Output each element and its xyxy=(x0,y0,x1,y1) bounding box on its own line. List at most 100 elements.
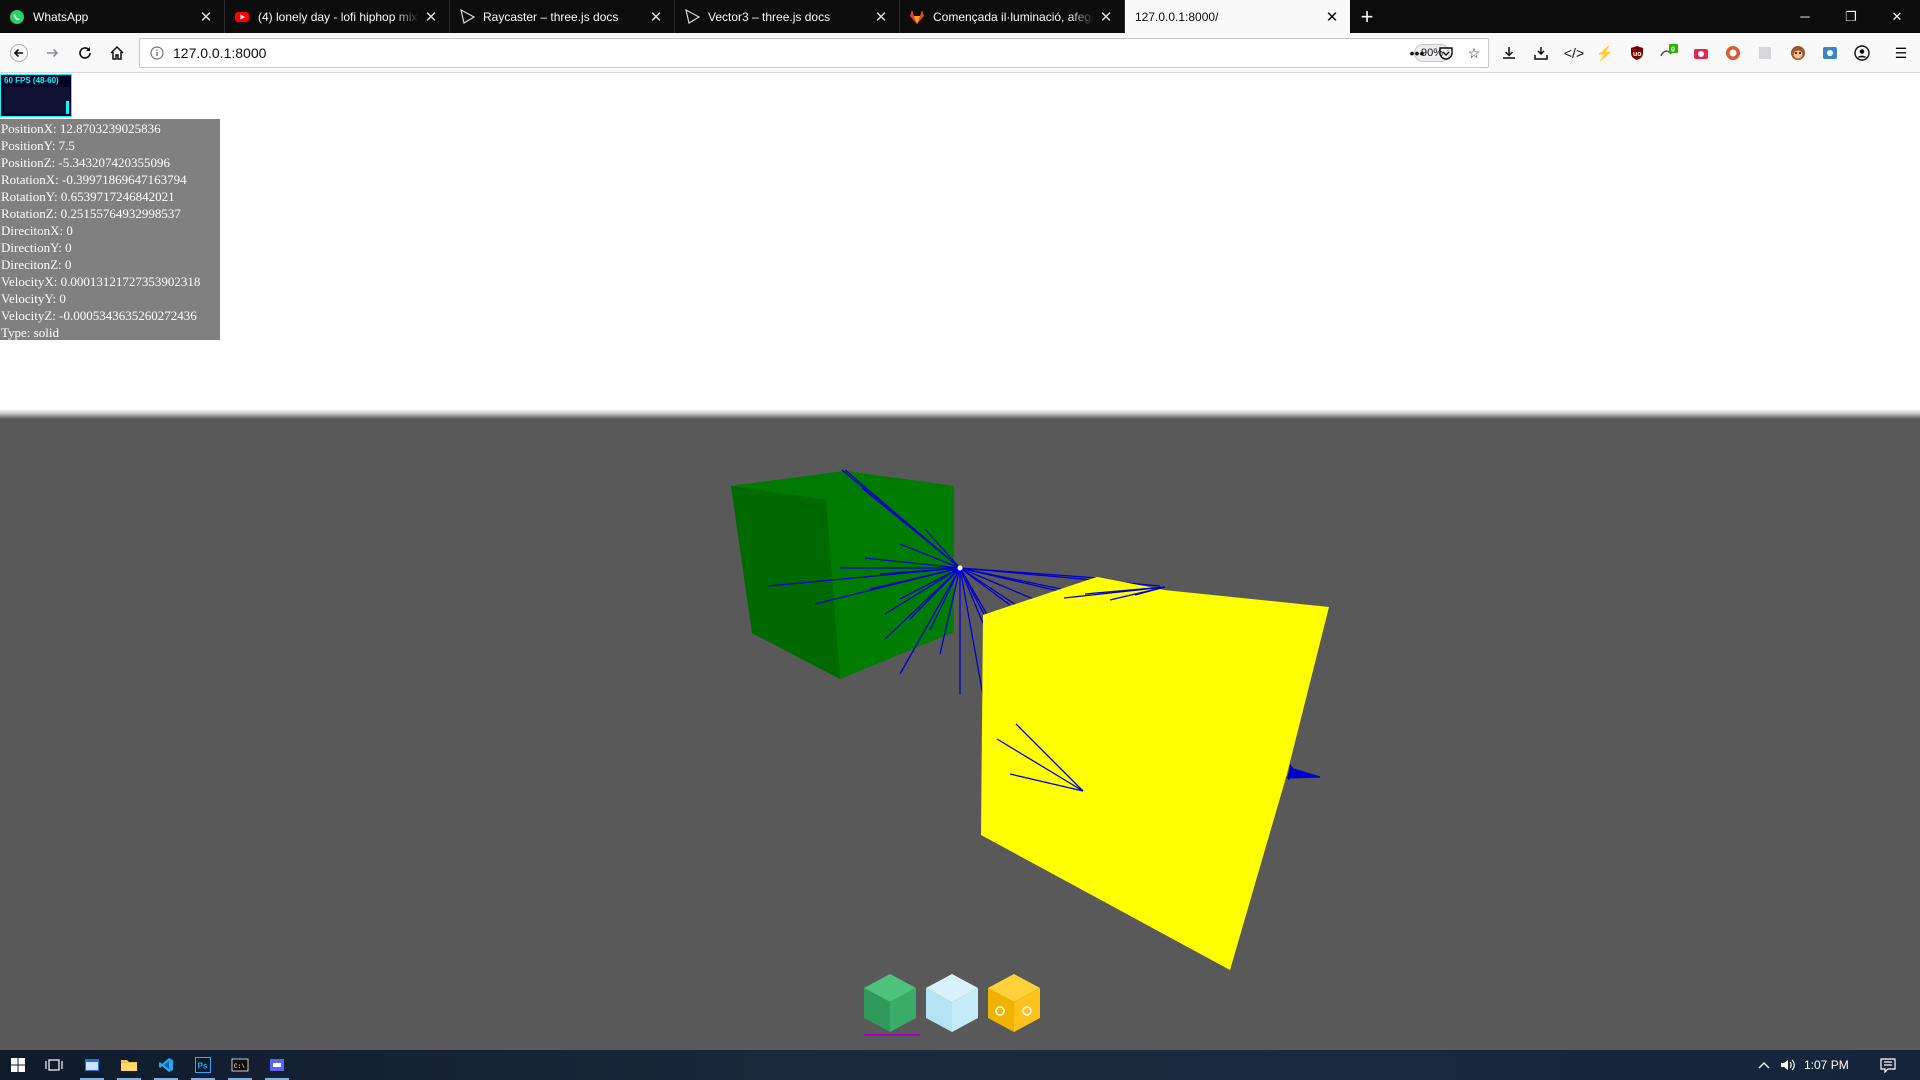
tab-raycaster-docs[interactable]: Raycaster – three.js docs ✕ xyxy=(450,0,675,33)
info-rotation-y: RotationY: 0.6539717246842021 xyxy=(1,189,175,204)
taskbar-photoshop[interactable]: Ps xyxy=(185,1050,221,1080)
account-icon[interactable] xyxy=(1852,43,1872,63)
svg-text:uo: uo xyxy=(1633,51,1642,58)
svg-text:Ps: Ps xyxy=(198,1062,208,1071)
tab-gitlab[interactable]: Començada il·luminació, afegit ✕ xyxy=(900,0,1125,33)
grass-block-icon xyxy=(864,974,916,1032)
restore-button[interactable]: ❐ xyxy=(1828,0,1874,33)
volume-button[interactable] xyxy=(1775,1050,1801,1080)
grey-extension-icon[interactable] xyxy=(1755,43,1775,63)
taskbar-clock[interactable]: 1:07 PM xyxy=(1804,1050,1849,1080)
duckduckgo-icon[interactable] xyxy=(1723,43,1743,63)
hotbar-slot-grass[interactable] xyxy=(860,970,920,1040)
taskbar-terminal[interactable]: C:\ xyxy=(222,1050,258,1080)
url-text: 127.0.0.1:8000 xyxy=(173,45,267,61)
screenshot-extension-icon[interactable] xyxy=(1691,43,1711,63)
home-button[interactable] xyxy=(102,38,132,68)
close-tab-icon[interactable]: ✕ xyxy=(644,5,668,29)
info-position-z: PositionZ: -5.343207420355096 xyxy=(1,155,171,170)
monkey-extension-icon[interactable] xyxy=(1788,43,1808,63)
task-view-icon xyxy=(45,1059,63,1071)
tab-label: 127.0.0.1:8000/ xyxy=(1135,9,1219,24)
task-view-button[interactable] xyxy=(36,1050,72,1080)
developer-tools-icon[interactable]: </> xyxy=(1564,43,1584,63)
info-position-x: PositionX: 12.8703239025836 xyxy=(1,121,161,136)
close-tab-icon[interactable]: ✕ xyxy=(1320,5,1344,29)
library-icon[interactable] xyxy=(1531,43,1551,63)
pocket-icon[interactable] xyxy=(1436,43,1456,63)
hotbar-slot-ice[interactable] xyxy=(922,970,982,1040)
gitlab-icon xyxy=(909,9,925,25)
url-bar[interactable]: 127.0.0.1:8000 90% xyxy=(139,38,1489,68)
action-center-button[interactable] xyxy=(1870,1050,1906,1080)
taskbar-explorer-window[interactable] xyxy=(74,1050,110,1080)
info-position-y: PositionY: 7.5 xyxy=(1,138,75,153)
horizon-fade xyxy=(0,409,1920,419)
taskbar-file-explorer[interactable] xyxy=(111,1050,147,1080)
debug-info-panel: PositionX: 12.8703239025836 PositionY: 7… xyxy=(0,119,220,340)
navigation-toolbar: 127.0.0.1:8000 90% ••• ☆ </> ⚡ uo 0 ☰ xyxy=(0,33,1920,73)
ublock-origin-icon[interactable]: uo xyxy=(1627,43,1647,63)
tab-youtube[interactable]: (4) lonely day - lofi hiphop mix ✕ xyxy=(225,0,450,33)
svg-text:C:\: C:\ xyxy=(234,1063,245,1070)
page-content: 60 FPS (48-60) PositionX: 12.87032390258… xyxy=(0,74,1920,1050)
info-rotation-z: RotationZ: 0.25155764932998537 xyxy=(1,206,181,221)
bookmark-star-icon[interactable]: ☆ xyxy=(1464,43,1484,63)
hotbar-slot-gold[interactable] xyxy=(984,970,1044,1040)
reload-button[interactable] xyxy=(70,38,100,68)
info-type: Type: solid xyxy=(1,325,59,340)
tab-whatsapp[interactable]: WhatsApp ✕ xyxy=(0,0,225,33)
terminal-icon: C:\ xyxy=(231,1058,249,1072)
hamburger-menu-icon[interactable]: ☰ xyxy=(1891,43,1911,63)
tab-strip: WhatsApp ✕ (4) lonely day - lofi hiphop … xyxy=(0,0,1920,33)
forward-button[interactable] xyxy=(37,38,67,68)
tab-localhost[interactable]: 127.0.0.1:8000/ ✕ xyxy=(1125,0,1350,33)
close-tab-icon[interactable]: ✕ xyxy=(869,5,893,29)
fps-stats-panel[interactable]: 60 FPS (48-60) xyxy=(0,74,72,117)
back-button[interactable] xyxy=(4,38,34,68)
taskbar-vscode[interactable] xyxy=(148,1050,184,1080)
lightning-extension-icon[interactable]: ⚡ xyxy=(1595,43,1615,63)
fps-label: 60 FPS (48-60) xyxy=(4,76,59,85)
info-rotation-x: RotationX: -0.39971869647163794 xyxy=(1,172,187,187)
blue-extension-icon[interactable] xyxy=(1820,43,1840,63)
threejs-icon xyxy=(684,8,700,25)
photoshop-icon: Ps xyxy=(195,1057,211,1073)
taskbar-app[interactable] xyxy=(259,1050,295,1080)
info-direction-y: DirectionY: 0 xyxy=(1,240,72,255)
game-viewport[interactable] xyxy=(0,74,1920,1050)
svg-text:0: 0 xyxy=(1671,47,1675,54)
show-hidden-icons-button[interactable] xyxy=(1752,1050,1776,1080)
folder-icon xyxy=(121,1060,137,1071)
info-velocity-x: VelocityX: 0.00013121727353902318 xyxy=(1,274,201,289)
downloads-icon[interactable] xyxy=(1499,43,1519,63)
crosshair xyxy=(957,565,963,571)
ground-plane xyxy=(0,419,1920,1050)
close-tab-icon[interactable]: ✕ xyxy=(1094,5,1118,29)
selected-slot-indicator xyxy=(864,1034,920,1036)
sky xyxy=(0,74,1920,409)
info-direction-z: DirecitonZ: 0 xyxy=(1,257,72,272)
minimize-button[interactable]: ─ xyxy=(1782,0,1828,33)
close-tab-icon[interactable]: ✕ xyxy=(419,5,443,29)
youtube-icon xyxy=(234,9,250,25)
close-tab-icon[interactable]: ✕ xyxy=(194,5,218,29)
whatsapp-icon xyxy=(9,9,25,25)
start-button[interactable] xyxy=(0,1050,36,1080)
tab-label: Raycaster – three.js docs xyxy=(483,9,619,24)
tab-vector3-docs[interactable]: Vector3 – three.js docs ✕ xyxy=(675,0,900,33)
fps-graph xyxy=(4,87,70,114)
close-window-button[interactable]: ✕ xyxy=(1874,0,1920,33)
info-direction-x: DirecitonX: 0 xyxy=(1,223,73,238)
fps-graph-bar xyxy=(66,100,69,114)
sync-extension-icon[interactable]: 0 xyxy=(1658,43,1678,63)
tab-label: WhatsApp xyxy=(33,9,89,24)
ice-block-icon xyxy=(926,974,978,1032)
page-actions-icon[interactable]: ••• xyxy=(1407,43,1427,63)
chevron-up-icon xyxy=(1758,1062,1770,1069)
window-icon xyxy=(85,1059,99,1071)
site-info-icon[interactable] xyxy=(149,45,165,61)
new-tab-button[interactable]: + xyxy=(1355,0,1379,33)
forward-arrow-icon xyxy=(47,48,59,58)
info-velocity-z: VelocityZ: -0.0005343635260272436 xyxy=(1,308,197,323)
